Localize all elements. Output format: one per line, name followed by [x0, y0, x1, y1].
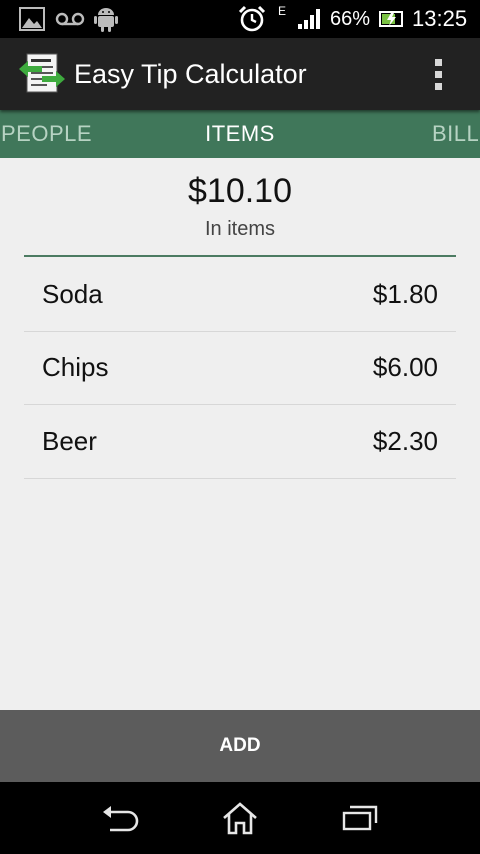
alarm-icon	[238, 0, 266, 38]
summary-divider	[24, 255, 456, 257]
action-bar: Easy Tip Calculator	[0, 38, 480, 110]
item-name: Soda	[42, 279, 103, 309]
network-type-label: E	[278, 4, 287, 18]
status-bar: E 66% 13:25	[0, 0, 480, 38]
add-button[interactable]: ADD	[0, 710, 480, 782]
signal-icon	[296, 0, 324, 38]
back-icon[interactable]	[80, 782, 160, 854]
clock: 13:25	[412, 6, 468, 31]
items-total-label: In items	[204, 218, 276, 240]
app-title: Easy Tip Calculator	[74, 59, 307, 89]
overflow-menu-icon[interactable]	[420, 52, 456, 96]
item-price: $6.00	[372, 352, 438, 382]
battery-percent: 66%	[330, 8, 371, 30]
list-item[interactable]: Soda $1.80	[24, 258, 456, 332]
android-icon	[92, 0, 120, 38]
tab-bill[interactable]: BILL	[432, 110, 479, 158]
navigation-bar	[0, 782, 480, 854]
app-logo-icon[interactable]	[18, 51, 66, 97]
home-icon[interactable]	[200, 782, 280, 854]
tab-strip: PEOPLE ITEMS BILL	[0, 110, 480, 158]
recent-apps-icon[interactable]	[320, 782, 400, 854]
item-name: Chips	[42, 352, 109, 382]
battery-icon	[378, 0, 406, 38]
gallery-icon	[18, 0, 46, 38]
item-name: Beer	[42, 426, 97, 456]
item-price: $2.30	[372, 426, 438, 456]
add-bar: ADD	[0, 710, 480, 782]
items-total: $10.10	[188, 172, 292, 210]
item-price: $1.80	[372, 279, 438, 309]
voicemail-icon	[54, 0, 86, 38]
tab-items[interactable]: ITEMS	[0, 110, 480, 158]
list-item[interactable]: Beer $2.30	[24, 405, 456, 479]
list-item[interactable]: Chips $6.00	[24, 331, 456, 405]
